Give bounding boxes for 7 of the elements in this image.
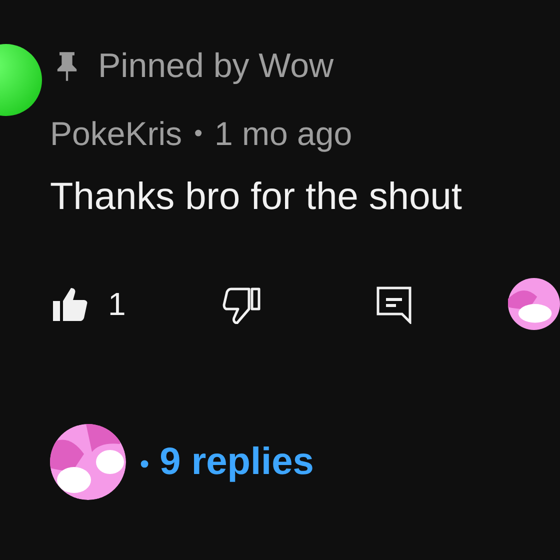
- pinned-label: Pinned by Wow: [98, 46, 334, 86]
- like-button[interactable]: 1: [50, 284, 222, 324]
- author-name[interactable]: PokeKris: [50, 115, 182, 153]
- separator: •: [194, 120, 202, 148]
- replies-link[interactable]: • 9 replies: [140, 440, 314, 484]
- comment-text: Thanks bro for the shout: [50, 175, 463, 220]
- comment-time: 1 mo ago: [214, 115, 352, 153]
